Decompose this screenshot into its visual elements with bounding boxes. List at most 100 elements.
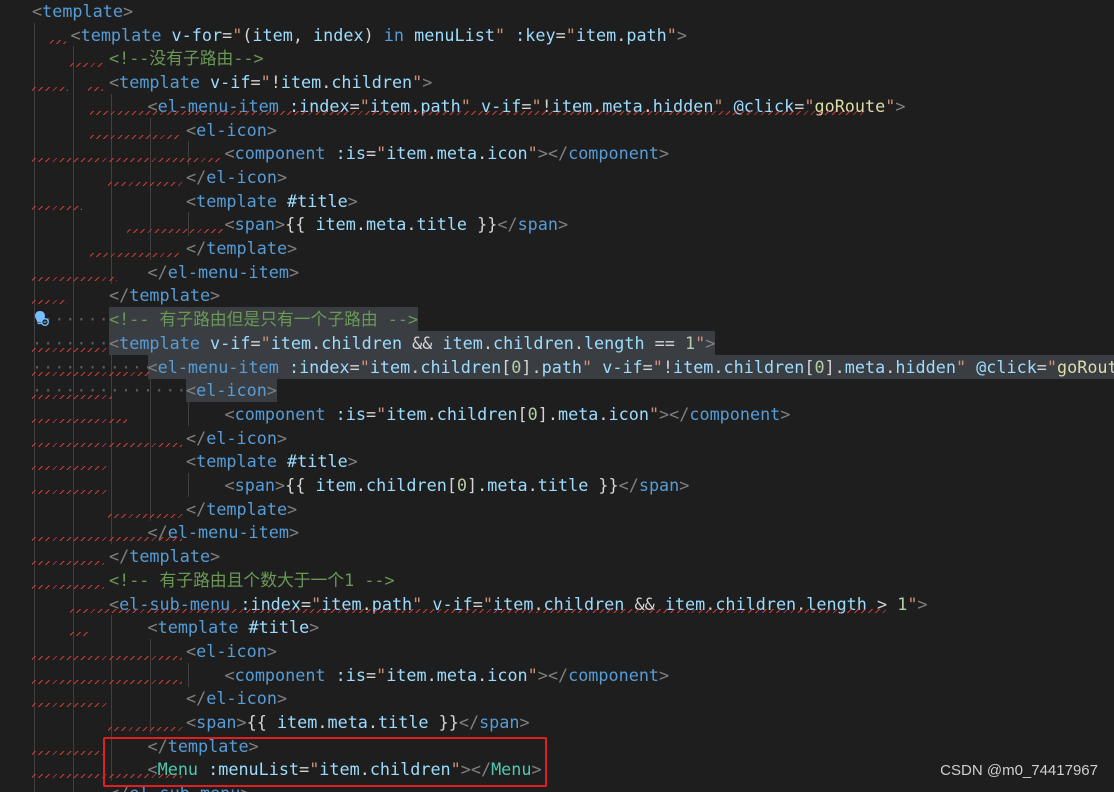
code-line[interactable]: <el-icon>	[0, 638, 1114, 663]
token-str: "	[359, 356, 370, 377]
error-squiggle	[32, 750, 104, 755]
code-line[interactable]: <template>	[0, 0, 1114, 23]
error-squiggle	[32, 537, 182, 542]
token-bracket: <	[186, 119, 197, 140]
indent-guide	[34, 212, 35, 237]
token-attr: :index	[288, 356, 350, 377]
token-var: item	[386, 403, 427, 424]
error-squiggle	[32, 584, 104, 589]
code-line[interactable]: <span>{{ item.meta.title }}</span>	[0, 212, 1114, 237]
error-squiggle	[32, 300, 67, 305]
token-str: "	[648, 403, 660, 424]
token-str: "	[955, 356, 967, 377]
error-squiggle	[108, 513, 183, 518]
token-text: .	[426, 664, 437, 685]
token-text: =	[642, 356, 653, 377]
token-var: path	[541, 356, 583, 377]
code-line[interactable]: <!--没有子路由-->	[0, 46, 1114, 71]
token-attr: v-if	[210, 332, 251, 353]
token-text: =	[250, 72, 261, 93]
code-line[interactable]: ················ <el-icon>	[0, 378, 1114, 403]
code-line[interactable]: </el-icon>	[0, 686, 1114, 711]
code-line[interactable]: ········ <!-- 有子路由但是只有一个子路由 -->	[0, 307, 1114, 332]
code-line[interactable]: <span>{{ item.meta.title }}</span>	[0, 710, 1114, 734]
code-line[interactable]: </template>	[0, 496, 1114, 521]
token-tag: el-icon	[206, 688, 277, 709]
token-text: .	[426, 143, 437, 164]
code-line[interactable]: </el-menu-item>	[0, 520, 1114, 545]
code-line[interactable]: </el-icon>	[0, 425, 1114, 450]
token-bracket: >	[705, 332, 716, 353]
token-text: .	[410, 356, 421, 377]
token-var: item	[386, 664, 427, 685]
token-tag: span	[234, 214, 276, 235]
code-line[interactable]: ············ <el-menu-item :index="item.c…	[0, 354, 1114, 379]
code-line[interactable]: <el-sub-menu :index="item.path" v-if="it…	[0, 591, 1114, 616]
token-num: 0	[511, 356, 522, 377]
code-line[interactable]: </template>	[0, 283, 1114, 308]
code-line[interactable]: ········ <template v-if="item.children &&…	[0, 330, 1114, 355]
token-bracket: </	[147, 261, 168, 282]
code-line[interactable]: <span>{{ item.children[0].meta.title }}<…	[0, 473, 1114, 497]
code-line[interactable]: </template>	[0, 544, 1114, 569]
token-attr: #title	[248, 617, 310, 638]
token-var: icon	[487, 664, 528, 685]
token-fn: goRoute	[1057, 356, 1114, 377]
token-text: =	[222, 24, 233, 45]
token-text: ==	[644, 332, 685, 353]
token-str: "	[907, 593, 918, 614]
token-tag: template	[119, 332, 200, 353]
code-editor[interactable]: <template> <template v-for="(item, index)…	[0, 0, 1114, 792]
code-line[interactable]: <template v-for="(item, index) in menuLi…	[0, 22, 1114, 47]
indent-guide	[34, 164, 35, 189]
token-bracket: >	[276, 166, 288, 187]
token-var: item	[280, 72, 322, 93]
token-tag: template	[196, 190, 277, 211]
indent-guide	[111, 449, 112, 474]
token-text: [	[804, 356, 815, 377]
code-line[interactable]: </el-icon>	[0, 164, 1114, 189]
code-line[interactable]: <component :is="item.meta.icon"></compon…	[0, 141, 1114, 166]
token-bracket: >	[519, 712, 530, 732]
code-line[interactable]: </el-menu-item>	[0, 259, 1114, 284]
code-line[interactable]: <el-icon>	[0, 117, 1114, 142]
token-tag: el-menu-item	[167, 261, 289, 282]
token-text: {{	[246, 712, 277, 732]
token-kw: in	[383, 24, 405, 45]
code-line[interactable]: </template>	[0, 236, 1114, 260]
code-line[interactable]: <template #title>	[0, 188, 1114, 213]
code-line[interactable]: <template #title>	[0, 449, 1114, 474]
token-text: =	[365, 143, 377, 164]
token-var: menuList	[414, 24, 495, 45]
code-line[interactable]: <template #title>	[0, 615, 1114, 640]
code-line[interactable]: <!-- 有子路由且个数大于一个1 -->	[0, 567, 1114, 592]
token-bracket: >	[276, 688, 288, 709]
token-tag: template	[80, 24, 162, 45]
lightbulb-icon[interactable]	[32, 309, 50, 327]
token-tag: span	[638, 475, 680, 495]
token-bracket: >	[558, 214, 569, 235]
token-tag: el-menu-item	[157, 356, 279, 377]
code-line[interactable]: <component :is="item.meta.icon"></compon…	[0, 662, 1114, 687]
token-text: .	[482, 332, 493, 353]
token-str: "	[666, 24, 677, 45]
token-var: title	[416, 214, 468, 235]
code-line[interactable]: <template v-if="!item.children">	[0, 70, 1114, 95]
token-bracket: >	[676, 24, 687, 45]
code-text: </el-icon>	[186, 426, 287, 450]
code-text: <!-- 有子路由但是只有一个子路由 -->	[109, 307, 419, 332]
token-attr: :is	[335, 143, 366, 164]
token-text: ].	[824, 356, 845, 377]
code-text: <template v-if="item.children && item.ch…	[109, 330, 716, 355]
error-squiggle	[32, 347, 107, 352]
token-tag: span	[196, 712, 237, 732]
code-line[interactable]: <el-menu-item :index="item.path" v-if="!…	[0, 93, 1114, 118]
error-squiggle	[90, 253, 180, 257]
indent-guide	[34, 117, 35, 142]
code-line[interactable]: <component :is="item.children[0].meta.ic…	[0, 401, 1114, 426]
token-bracket: >	[659, 143, 670, 164]
token-tag: component	[234, 143, 326, 164]
